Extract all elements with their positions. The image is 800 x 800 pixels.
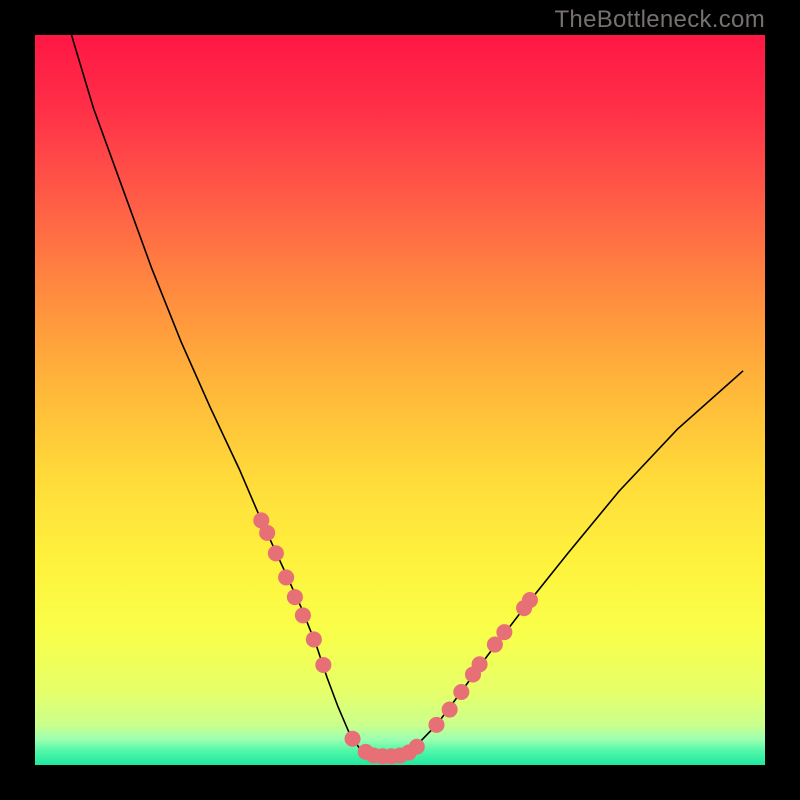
watermark-text: TheBottleneck.com xyxy=(554,6,765,34)
data-dot xyxy=(287,589,302,604)
data-dot xyxy=(472,657,487,672)
chart-frame: TheBottleneck.com xyxy=(0,0,800,800)
data-dot xyxy=(487,637,502,652)
data-dot xyxy=(497,624,512,639)
data-dot xyxy=(306,632,321,647)
data-dot xyxy=(278,570,293,585)
data-dot xyxy=(345,731,360,746)
bottleneck-curve xyxy=(72,35,744,756)
data-dot xyxy=(442,702,457,717)
data-dot xyxy=(259,525,274,540)
data-dot xyxy=(316,657,331,672)
data-dot xyxy=(409,739,424,754)
curve-layer xyxy=(35,35,765,765)
data-dot xyxy=(429,717,444,732)
data-dot xyxy=(268,546,283,561)
data-dot xyxy=(522,592,537,607)
data-dot xyxy=(295,608,310,623)
data-dots xyxy=(254,513,538,764)
plot-area xyxy=(35,35,765,765)
data-dot xyxy=(454,684,469,699)
